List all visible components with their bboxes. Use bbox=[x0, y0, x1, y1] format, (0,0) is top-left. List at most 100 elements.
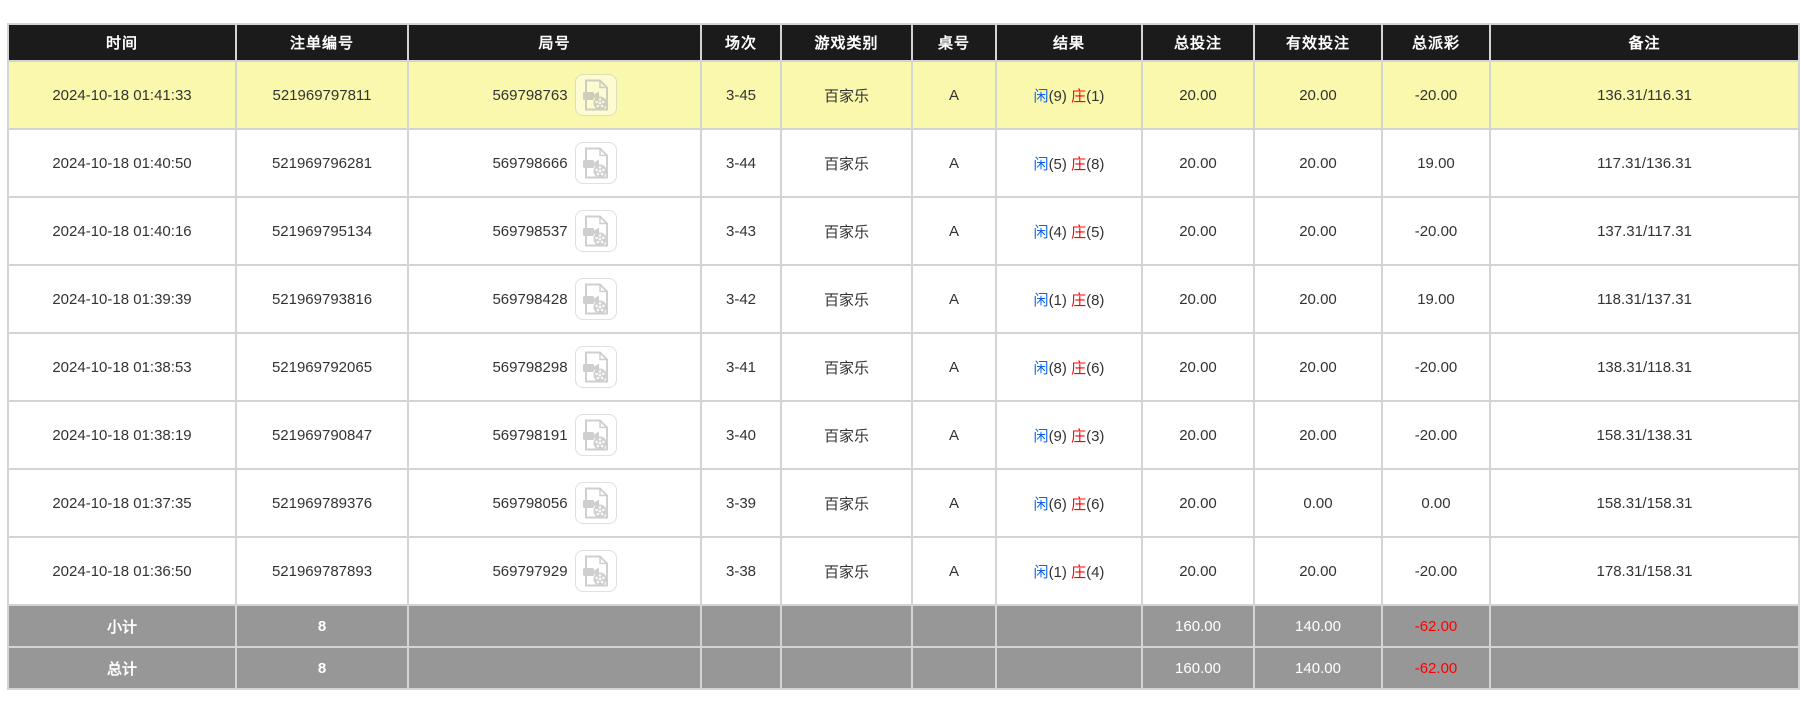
cell-summary-payout: -62.00 bbox=[1383, 606, 1489, 646]
cell-time: 2024-10-18 01:36:50 bbox=[9, 538, 235, 604]
cell-summary-label: 小计 bbox=[9, 606, 235, 646]
video-record-icon-button[interactable] bbox=[575, 142, 617, 184]
column-header-round_id: 局号 bbox=[409, 25, 700, 60]
cell-empty-game bbox=[782, 648, 911, 688]
cell-summary-total-bet: 160.00 bbox=[1143, 648, 1253, 688]
column-header-remark: 备注 bbox=[1491, 25, 1798, 60]
video-record-icon-button[interactable] bbox=[575, 414, 617, 456]
cell-payout: -20.00 bbox=[1383, 402, 1489, 468]
bet-record-row: 2024-10-18 01:39:39521969793816569798428… bbox=[9, 266, 1798, 332]
result-banker: 庄 bbox=[1071, 156, 1086, 173]
result-banker-score: (8) bbox=[1086, 292, 1104, 309]
result-banker-score: (8) bbox=[1086, 156, 1104, 173]
result-banker: 庄 bbox=[1071, 564, 1086, 581]
cell-empty-result bbox=[997, 606, 1141, 646]
bet-record-row: 2024-10-18 01:38:19521969790847569798191… bbox=[9, 402, 1798, 468]
video-record-icon-button[interactable] bbox=[575, 550, 617, 592]
cell-summary-valid-bet: 140.00 bbox=[1255, 606, 1381, 646]
round-id-value: 569798056 bbox=[492, 495, 567, 512]
video-record-icon bbox=[581, 419, 611, 451]
cell-total-bet: 20.00 bbox=[1143, 266, 1253, 332]
cell-bet-id: 521969797811 bbox=[237, 62, 407, 128]
cell-total-bet: 20.00 bbox=[1143, 130, 1253, 196]
video-record-icon-button[interactable] bbox=[575, 346, 617, 388]
cell-empty-session bbox=[702, 606, 780, 646]
result-banker: 庄 bbox=[1071, 496, 1086, 513]
round-id-value: 569797929 bbox=[492, 563, 567, 580]
cell-table-no: A bbox=[913, 266, 995, 332]
bet-record-row: 2024-10-18 01:37:35521969789376 569798056… bbox=[9, 470, 1798, 536]
cell-summary-total-bet: 160.00 bbox=[1143, 606, 1253, 646]
cell-session: 3-44 bbox=[702, 130, 780, 196]
video-record-icon bbox=[581, 79, 611, 111]
cell-table-no: A bbox=[913, 538, 995, 604]
result-player: 闲 bbox=[1034, 360, 1049, 377]
cell-payout: -20.00 bbox=[1383, 198, 1489, 264]
cell-valid-bet: 20.00 bbox=[1255, 62, 1381, 128]
cell-game: 百家乐 bbox=[782, 266, 911, 332]
cell-session: 3-40 bbox=[702, 402, 780, 468]
cell-result: 闲(6) 庄(6) bbox=[997, 470, 1141, 536]
cell-payout: -20.00 bbox=[1383, 62, 1489, 128]
cell-valid-bet: 20.00 bbox=[1255, 130, 1381, 196]
cell-valid-bet: 20.00 bbox=[1255, 198, 1381, 264]
cell-bet-id: 521969790847 bbox=[237, 402, 407, 468]
cell-session: 3-39 bbox=[702, 470, 780, 536]
cell-remark: 136.31/116.31 bbox=[1491, 62, 1798, 128]
cell-remark: 158.31/138.31 bbox=[1491, 402, 1798, 468]
result-banker: 庄 bbox=[1071, 360, 1086, 377]
cell-remark: 137.31/117.31 bbox=[1491, 198, 1798, 264]
cell-empty-remark bbox=[1491, 648, 1798, 688]
video-record-icon bbox=[581, 487, 611, 519]
cell-result: 闲(5) 庄(8) bbox=[997, 130, 1141, 196]
video-record-icon bbox=[581, 283, 611, 315]
result-banker: 庄 bbox=[1071, 88, 1086, 105]
cell-session: 3-42 bbox=[702, 266, 780, 332]
column-header-bet_id: 注单编号 bbox=[237, 25, 407, 60]
cell-round-id: 569798298 bbox=[409, 334, 700, 400]
cell-time: 2024-10-18 01:38:53 bbox=[9, 334, 235, 400]
cell-game: 百家乐 bbox=[782, 538, 911, 604]
cell-game: 百家乐 bbox=[782, 130, 911, 196]
bet-record-row: 2024-10-18 01:38:53521969792065569798298… bbox=[9, 334, 1798, 400]
bet-record-row: 2024-10-18 01:40:50521969796281569798666… bbox=[9, 130, 1798, 196]
cell-table-no: A bbox=[913, 130, 995, 196]
cell-table-no: A bbox=[913, 198, 995, 264]
cell-empty-remark bbox=[1491, 606, 1798, 646]
cell-round-id: 569798763 bbox=[409, 62, 700, 128]
round-id-value: 569798537 bbox=[492, 223, 567, 240]
video-record-icon-button[interactable] bbox=[575, 74, 617, 116]
cell-remark: 118.31/137.31 bbox=[1491, 266, 1798, 332]
grand-total-row: 总计8160.00140.00-62.00 bbox=[9, 648, 1798, 688]
round-id-value: 569798191 bbox=[492, 427, 567, 444]
cell-game: 百家乐 bbox=[782, 334, 911, 400]
column-header-time: 时间 bbox=[9, 25, 235, 60]
cell-round-id: 569798666 bbox=[409, 130, 700, 196]
cell-total-bet: 20.00 bbox=[1143, 470, 1253, 536]
cell-round-id: 569798056 bbox=[409, 470, 700, 536]
round-id-value: 569798428 bbox=[492, 291, 567, 308]
result-player: 闲 bbox=[1034, 156, 1049, 173]
result-player-score: (8) bbox=[1049, 360, 1067, 377]
cell-bet-id: 521969787893 bbox=[237, 538, 407, 604]
cell-payout: 0.00 bbox=[1383, 470, 1489, 536]
cell-result: 闲(1) 庄(4) bbox=[997, 538, 1141, 604]
cell-table-no: A bbox=[913, 62, 995, 128]
cell-valid-bet: 20.00 bbox=[1255, 266, 1381, 332]
cell-session: 3-43 bbox=[702, 198, 780, 264]
video-record-icon-button[interactable] bbox=[575, 210, 617, 252]
result-player-score: (9) bbox=[1049, 428, 1067, 445]
cell-session: 3-38 bbox=[702, 538, 780, 604]
cell-bet-id: 521969789376 bbox=[237, 470, 407, 536]
cell-remark: 117.31/136.31 bbox=[1491, 130, 1798, 196]
cell-time: 2024-10-18 01:40:16 bbox=[9, 198, 235, 264]
cell-time: 2024-10-18 01:37:35 bbox=[9, 470, 235, 536]
cell-payout: 19.00 bbox=[1383, 266, 1489, 332]
column-header-session: 场次 bbox=[702, 25, 780, 60]
video-record-icon-button[interactable] bbox=[575, 482, 617, 524]
result-banker-score: (1) bbox=[1086, 88, 1104, 105]
cell-round-id: 569798191 bbox=[409, 402, 700, 468]
subtotal-row: 小计8160.00140.00-62.00 bbox=[9, 606, 1798, 646]
video-record-icon-button[interactable] bbox=[575, 278, 617, 320]
cell-table-no: A bbox=[913, 470, 995, 536]
